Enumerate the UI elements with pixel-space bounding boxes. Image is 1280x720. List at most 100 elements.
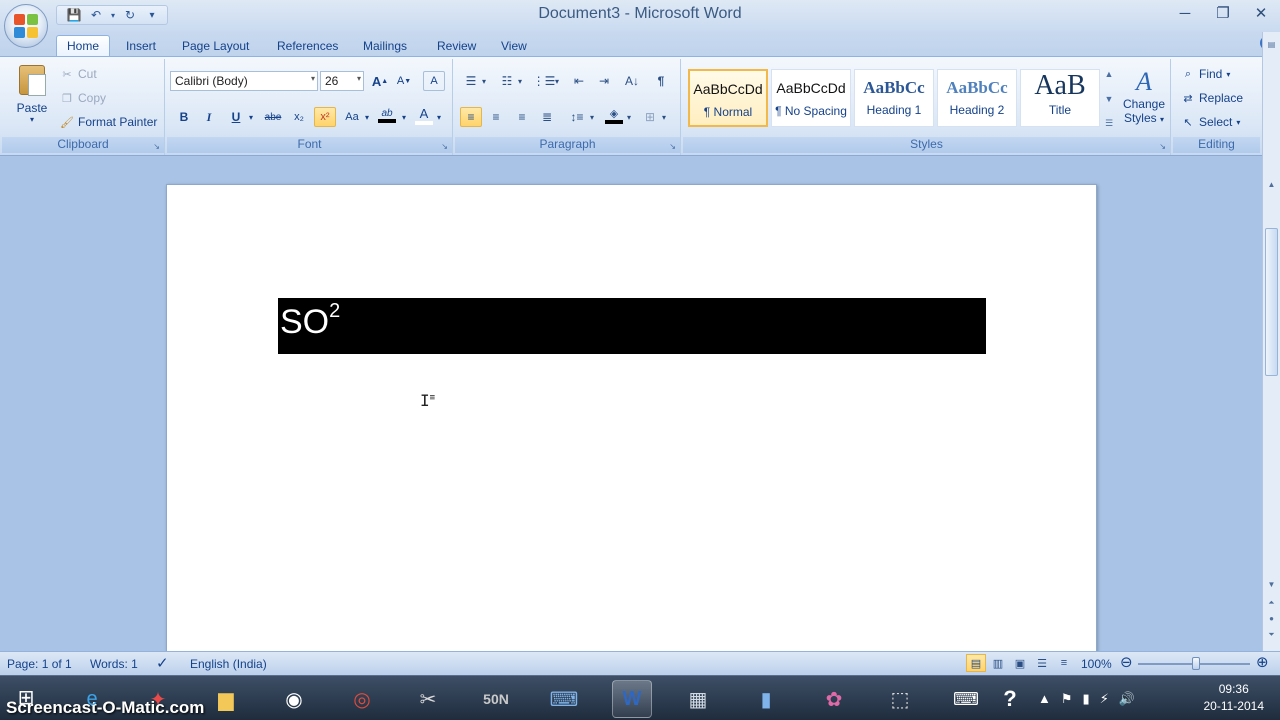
- decrease-indent-button[interactable]: ⇤: [568, 71, 590, 91]
- strikethrough-button[interactable]: abe: [262, 107, 284, 127]
- superscript-button[interactable]: x²: [314, 107, 336, 127]
- file-explorer-icon[interactable]: ▆: [206, 680, 246, 718]
- show-hidden-icons-icon[interactable]: ▲: [1038, 691, 1051, 706]
- borders-dropdown-icon[interactable]: ▾: [659, 107, 669, 127]
- format-painter-button[interactable]: 🖌 Format Painter: [60, 115, 157, 129]
- snipping-tool-icon[interactable]: ✂: [408, 680, 448, 718]
- volume-icon[interactable]: 🔊: [1119, 691, 1135, 707]
- print-layout-icon[interactable]: ▤: [966, 654, 986, 672]
- gallery-up-icon[interactable]: ▲: [1105, 69, 1114, 79]
- find-button[interactable]: ⌕ Find ▾: [1181, 67, 1230, 81]
- cut-button[interactable]: ✂ Cut: [60, 67, 96, 81]
- scroll-down-icon[interactable]: ▼: [1263, 580, 1280, 589]
- calculator-icon[interactable]: ▦: [678, 680, 718, 718]
- change-styles-button[interactable]: A Change Styles ▾: [1119, 67, 1169, 125]
- draft-icon[interactable]: ≡: [1054, 654, 1074, 672]
- zoom-level[interactable]: 100%: [1081, 657, 1112, 671]
- tab-review[interactable]: Review: [437, 35, 476, 56]
- font-size-combo[interactable]: 26 ▾: [320, 71, 364, 91]
- web-layout-icon[interactable]: ▣: [1010, 654, 1030, 672]
- next-page-icon[interactable]: ⏷: [1263, 630, 1280, 640]
- vertical-scrollbar[interactable]: ▤ ▲ ▼ ⏶ ● ⏷: [1262, 32, 1280, 651]
- styles-launcher-icon[interactable]: ↘: [1159, 142, 1166, 151]
- word-taskbar-icon[interactable]: W: [612, 680, 652, 718]
- borders-button[interactable]: ⊞: [639, 107, 661, 127]
- style-normal[interactable]: AaBbCcDd ¶ Normal: [688, 69, 768, 127]
- chrome-icon[interactable]: ◎: [342, 680, 382, 718]
- tab-insert[interactable]: Insert: [126, 35, 156, 56]
- show-hide-button[interactable]: ¶: [650, 71, 672, 91]
- zoom-slider-handle[interactable]: [1192, 657, 1200, 670]
- style-heading-2[interactable]: AaBbCc Heading 2: [937, 69, 1017, 127]
- underline-dropdown-icon[interactable]: ▾: [245, 107, 257, 127]
- paste-button[interactable]: Paste ▾: [12, 65, 52, 124]
- clipboard-launcher-icon[interactable]: ↘: [153, 142, 160, 151]
- gallery-down-icon[interactable]: ▼: [1105, 94, 1114, 104]
- underline-button[interactable]: U: [225, 107, 247, 127]
- zoom-in-icon[interactable]: ⊕: [1256, 653, 1269, 671]
- replace-button[interactable]: ⇄ Replace: [1181, 91, 1243, 105]
- font-name-combo[interactable]: Calibri (Body) ▾: [170, 71, 318, 91]
- document-app-icon[interactable]: ▮: [746, 680, 786, 718]
- document-text[interactable]: SO2: [280, 301, 340, 342]
- line-spacing-button[interactable]: ↕≡: [566, 107, 588, 127]
- select-button[interactable]: ↖ Select ▾: [1181, 115, 1240, 129]
- change-case-dropdown-icon[interactable]: ▾: [362, 107, 372, 127]
- full-screen-reading-icon[interactable]: ▥: [988, 654, 1008, 672]
- selected-text-block[interactable]: SO2: [278, 298, 986, 354]
- tab-mailings[interactable]: Mailings: [363, 35, 407, 56]
- system-clock[interactable]: 09:36 20-11-2014: [1204, 681, 1265, 715]
- grow-font-button[interactable]: A ▲: [369, 71, 391, 91]
- webcam-app-icon[interactable]: ◉: [274, 680, 314, 718]
- italic-button[interactable]: I: [198, 107, 220, 127]
- font-color-button[interactable]: A: [413, 105, 435, 125]
- align-center-button[interactable]: ≡: [485, 107, 507, 127]
- gallery-more-icon[interactable]: ☰: [1105, 118, 1113, 129]
- increase-indent-button[interactable]: ⇥: [593, 71, 615, 91]
- clear-formatting-button[interactable]: A: [423, 71, 445, 91]
- multilevel-dropdown-icon[interactable]: ▾: [552, 71, 562, 91]
- style-no-spacing[interactable]: AaBbCcDd ¶ No Spacing: [771, 69, 851, 127]
- document-area[interactable]: SO2 I≡: [0, 157, 1262, 664]
- screen-capture-icon[interactable]: ⬚: [880, 680, 920, 718]
- change-case-button[interactable]: Aa: [341, 107, 363, 127]
- bullets-dropdown-icon[interactable]: ▾: [479, 71, 489, 91]
- ruler-toggle-icon[interactable]: ▤: [1263, 40, 1280, 49]
- shrink-font-button[interactable]: A ▼: [393, 71, 415, 91]
- proofing-icon[interactable]: ✓: [156, 654, 169, 672]
- tab-home[interactable]: Home: [56, 35, 111, 56]
- tab-view[interactable]: View: [501, 35, 527, 56]
- shading-dropdown-icon[interactable]: ▾: [624, 107, 634, 127]
- outline-icon[interactable]: ☰: [1032, 654, 1052, 672]
- font-launcher-icon[interactable]: ↘: [441, 142, 448, 151]
- scroll-thumb[interactable]: [1265, 228, 1278, 376]
- action-center-flag-icon[interactable]: ⚑: [1061, 691, 1073, 707]
- highlight-dropdown-icon[interactable]: ▾: [399, 107, 409, 127]
- office-button[interactable]: [4, 4, 48, 48]
- keyboard-app-icon[interactable]: ⌨: [544, 680, 584, 718]
- scroll-up-icon[interactable]: ▲: [1263, 180, 1280, 189]
- shading-button[interactable]: ◈: [603, 105, 625, 125]
- zoom-out-icon[interactable]: ⊖: [1120, 653, 1133, 671]
- minimize-button[interactable]: ─: [1166, 0, 1204, 26]
- on-screen-keyboard-icon[interactable]: ⌨: [946, 680, 986, 718]
- font-size-dropdown-icon[interactable]: ▾: [357, 74, 361, 83]
- word-count[interactable]: Words: 1: [90, 657, 138, 671]
- bold-button[interactable]: B: [173, 107, 195, 127]
- media-player-icon[interactable]: 50N: [476, 680, 516, 718]
- previous-page-icon[interactable]: ⏶: [1263, 598, 1280, 608]
- media-app-icon[interactable]: ✦: [138, 680, 178, 718]
- paint-app-icon[interactable]: ✿: [814, 680, 854, 718]
- highlight-button[interactable]: ab: [376, 105, 398, 125]
- page-count[interactable]: Page: 1 of 1: [7, 657, 72, 671]
- font-color-dropdown-icon[interactable]: ▾: [434, 107, 444, 127]
- line-spacing-dropdown-icon[interactable]: ▾: [587, 107, 597, 127]
- network-signal-icon[interactable]: ▮: [1083, 691, 1090, 707]
- restore-button[interactable]: ❐: [1204, 0, 1242, 26]
- style-heading-1[interactable]: AaBbCc Heading 1: [854, 69, 934, 127]
- internet-explorer-icon[interactable]: e: [72, 680, 112, 718]
- tab-page-layout[interactable]: Page Layout: [182, 35, 249, 56]
- close-button[interactable]: ✕: [1242, 0, 1280, 26]
- justify-button[interactable]: ≣: [536, 107, 558, 127]
- help-tray-icon[interactable]: ?: [990, 680, 1030, 718]
